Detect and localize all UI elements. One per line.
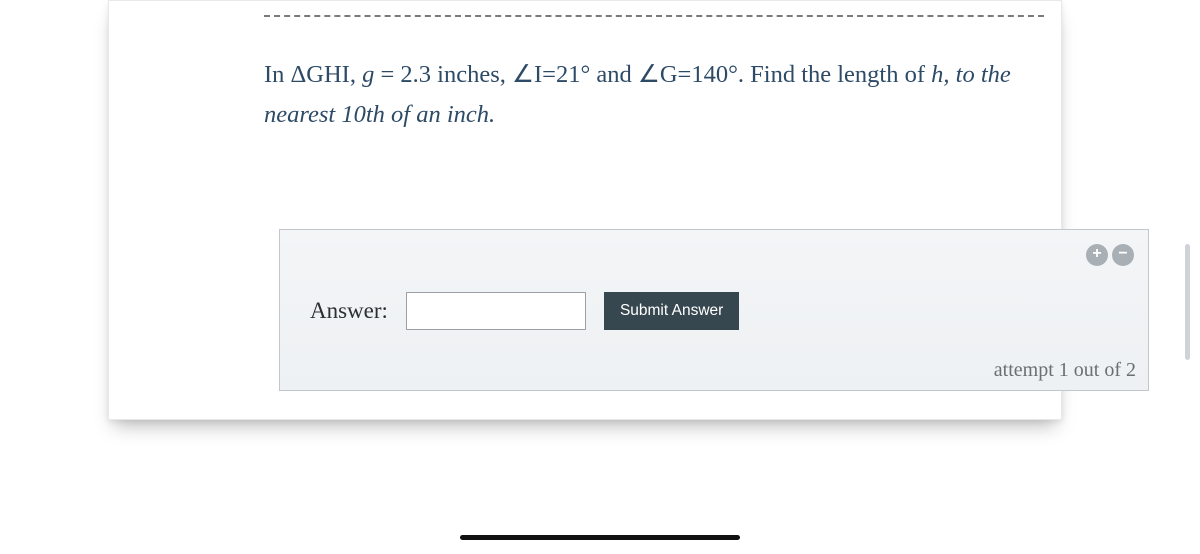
- zoom-controls: + −: [1086, 244, 1134, 266]
- home-indicator: [460, 535, 740, 540]
- plus-icon: +: [1092, 246, 1101, 262]
- answer-input[interactable]: [406, 292, 586, 330]
- divider: [264, 15, 1044, 17]
- variable-g: g: [362, 61, 374, 88]
- question-text: In ΔGHI, g = 2.3 inches, ∠I=21° and ∠G=1…: [264, 55, 1031, 134]
- attempt-counter: attempt 1 out of 2: [994, 359, 1136, 382]
- minus-icon: −: [1118, 246, 1127, 262]
- answer-row: Answer: Submit Answer: [310, 292, 739, 330]
- scrollbar[interactable]: [1185, 244, 1190, 360]
- question-prefix: In ΔGHI,: [264, 61, 362, 88]
- submit-answer-button[interactable]: Submit Answer: [604, 292, 739, 330]
- variable-h: h,: [931, 61, 949, 88]
- problem-card: In ΔGHI, g = 2.3 inches, ∠I=21° and ∠G=1…: [108, 0, 1062, 420]
- zoom-in-button[interactable]: +: [1086, 244, 1108, 266]
- answer-label: Answer:: [310, 298, 388, 324]
- answer-panel: + − Answer: Submit Answer attempt 1 out …: [279, 229, 1149, 391]
- zoom-out-button[interactable]: −: [1112, 244, 1134, 266]
- question-mid: = 2.3 inches, ∠I=21° and ∠G=140°. Find t…: [374, 61, 931, 88]
- page: In ΔGHI, g = 2.3 inches, ∠I=21° and ∠G=1…: [0, 0, 1200, 554]
